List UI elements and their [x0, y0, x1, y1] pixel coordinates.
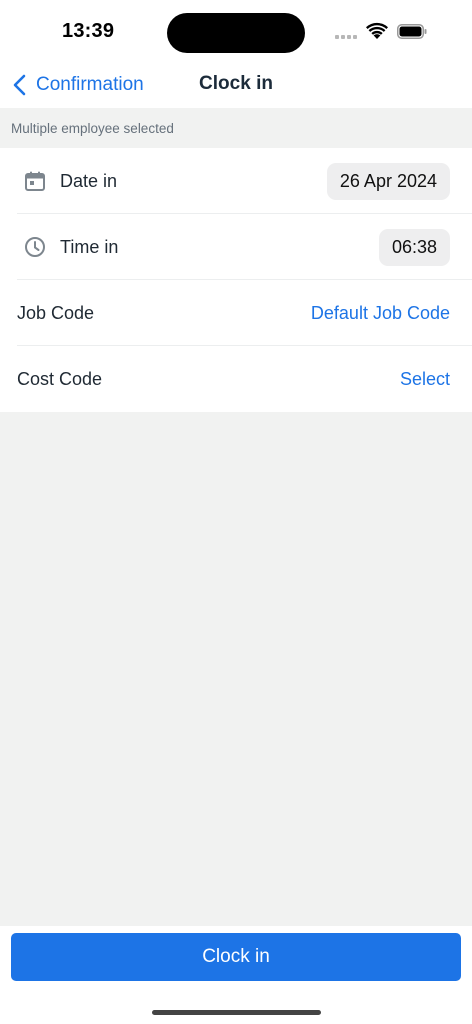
- cellular-signal-icon: [335, 35, 357, 39]
- wifi-icon: [366, 22, 388, 39]
- time-in-row: Time in 06:38: [0, 214, 472, 280]
- page-title: Clock in: [199, 73, 273, 94]
- section-header: Multiple employee selected: [0, 108, 472, 148]
- home-indicator: [152, 1010, 321, 1015]
- dynamic-island: [167, 13, 305, 53]
- date-in-label: Date in: [60, 171, 118, 191]
- clock-icon: [25, 237, 45, 257]
- status-bar: 13:39: [0, 0, 472, 62]
- calendar-icon: [25, 171, 45, 191]
- battery-icon: [397, 24, 427, 39]
- date-in-picker[interactable]: 26 Apr 2024: [326, 163, 450, 200]
- time-in-label: Time in: [60, 237, 119, 257]
- status-time: 13:39: [62, 20, 115, 42]
- navigation-bar: Confirmation Clock in: [0, 62, 472, 108]
- cost-code-label: Cost Code: [17, 369, 103, 389]
- date-in-row: Date in 26 Apr 2024: [0, 148, 472, 214]
- job-code-row[interactable]: Job Code Default Job Code: [0, 280, 472, 346]
- clock-in-button[interactable]: Clock in: [11, 933, 461, 981]
- job-code-value[interactable]: Default Job Code: [311, 303, 450, 324]
- bottom-bar: Clock in: [0, 926, 472, 1024]
- selection-info: Multiple employee selected: [11, 121, 174, 136]
- clock-in-screen: 13:39 Confirmation Clock in Multiple emp…: [0, 0, 472, 1024]
- cost-code-row[interactable]: Cost Code Select: [0, 346, 472, 412]
- job-code-label: Job Code: [17, 303, 95, 323]
- time-in-picker[interactable]: 06:38: [378, 229, 450, 266]
- cost-code-select[interactable]: Select: [400, 369, 450, 390]
- clock-in-form: Date in 26 Apr 2024 Time in 06:38 Job Co…: [0, 148, 472, 412]
